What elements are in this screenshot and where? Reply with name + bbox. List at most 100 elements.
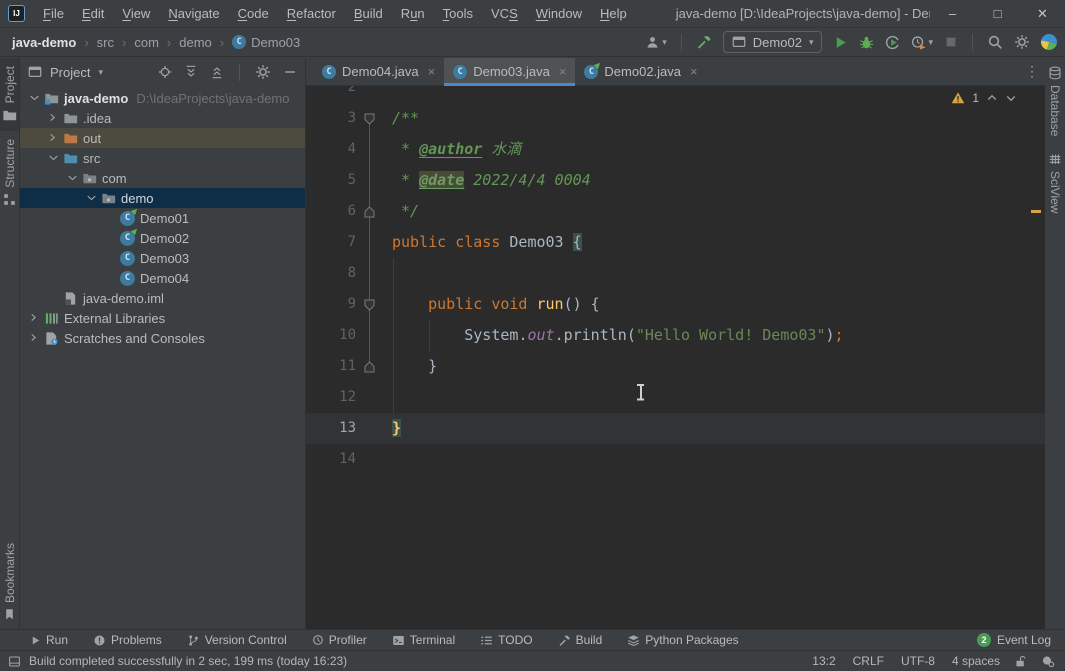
inspections-widget[interactable]: 1 xyxy=(951,91,1017,105)
run-button[interactable] xyxy=(833,35,848,50)
code-line-5[interactable]: 5 * @date 2022/4/4 0004 xyxy=(306,165,1045,196)
hide-panel-button[interactable] xyxy=(283,65,297,79)
breadcrumb-item-java-demo[interactable]: java-demo xyxy=(12,35,76,50)
chevron-down-icon[interactable] xyxy=(45,153,62,164)
tool-window-button-todo[interactable]: TODO xyxy=(480,633,533,647)
plugin-sphere-button[interactable] xyxy=(1041,34,1057,50)
editor-tab-demo03-java[interactable]: C Demo03.java × xyxy=(444,58,576,86)
tree-item-out[interactable]: out xyxy=(20,128,305,148)
tree-item-external-libraries[interactable]: External Libraries xyxy=(20,308,305,328)
indent-widget[interactable]: 4 spaces xyxy=(952,654,1000,668)
expand-all-button[interactable] xyxy=(184,65,198,79)
tree-item-src[interactable]: src xyxy=(20,148,305,168)
next-problem-button[interactable] xyxy=(1005,92,1017,104)
close-button[interactable]: ✕ xyxy=(1020,0,1065,27)
chevron-down-icon[interactable] xyxy=(83,193,100,204)
tool-button-database[interactable]: Database xyxy=(1045,58,1065,144)
close-tab-icon[interactable]: × xyxy=(428,64,436,79)
chevron-right-icon[interactable] xyxy=(45,113,62,124)
tool-window-button-python-packages[interactable]: Python Packages xyxy=(627,633,739,647)
build-project-button[interactable] xyxy=(696,34,712,50)
fold-marker[interactable] xyxy=(356,289,383,320)
menu-edit[interactable]: Edit xyxy=(73,0,113,28)
tool-window-button-build[interactable]: Build xyxy=(558,633,602,647)
tool-window-button-profiler[interactable]: Profiler xyxy=(312,633,367,647)
tool-window-button-version-control[interactable]: Version Control xyxy=(187,633,287,647)
code-line-11[interactable]: 11 } xyxy=(306,351,1045,382)
menu-view[interactable]: View xyxy=(113,0,159,28)
minimize-button[interactable]: – xyxy=(930,0,975,27)
code-line-7[interactable]: 7 public class Demo03 { xyxy=(306,227,1045,258)
event-log-button[interactable]: 2 Event Log xyxy=(976,633,1051,647)
chevron-right-icon[interactable] xyxy=(26,333,43,344)
tree-item-scratches-and-consoles[interactable]: Scratches and Consoles xyxy=(20,328,305,348)
menu-refactor[interactable]: Refactor xyxy=(278,0,345,28)
breadcrumb-item-com[interactable]: com xyxy=(134,35,159,50)
collapse-all-button[interactable] xyxy=(210,65,224,79)
code-line-2[interactable]: 2 xyxy=(306,86,1045,103)
menu-build[interactable]: Build xyxy=(345,0,392,28)
fold-marker[interactable] xyxy=(356,196,383,227)
fold-marker[interactable] xyxy=(356,103,383,134)
close-tab-icon[interactable]: × xyxy=(690,64,698,79)
code-line-3[interactable]: 3 /** xyxy=(306,103,1045,134)
project-options-button[interactable] xyxy=(255,64,271,80)
tree-item-demo04[interactable]: C Demo04 xyxy=(20,268,305,288)
settings-button[interactable] xyxy=(1014,34,1030,50)
tool-button-bookmarks[interactable]: Bookmarks xyxy=(0,535,19,629)
code-line-14[interactable]: 14 xyxy=(306,444,1045,475)
tree-item-java-demo-iml[interactable]: java-demo.iml xyxy=(20,288,305,308)
tool-window-button-problems[interactable]: Problems xyxy=(93,633,162,647)
run-configuration-selector[interactable]: Demo02 ▾ xyxy=(722,31,823,53)
tree-item--idea[interactable]: .idea xyxy=(20,108,305,128)
search-everywhere-button[interactable] xyxy=(987,34,1003,50)
tree-item-demo01[interactable]: C Demo01 xyxy=(20,208,305,228)
line-separator-widget[interactable]: CRLF xyxy=(853,654,884,668)
tool-window-button-terminal[interactable]: Terminal xyxy=(392,633,455,647)
code-line-9[interactable]: 9 public void run() { xyxy=(306,289,1045,320)
code-line-12[interactable]: 12 xyxy=(306,382,1045,413)
coverage-button[interactable] xyxy=(885,35,900,50)
breadcrumb-item-src[interactable]: src xyxy=(97,35,114,50)
error-stripe-warning-mark[interactable] xyxy=(1031,210,1041,213)
menu-vcs[interactable]: VCS xyxy=(482,0,527,28)
breadcrumb-item-demo[interactable]: demo xyxy=(179,35,212,50)
caret-position-widget[interactable]: 13:2 xyxy=(812,654,835,668)
readonly-lock-icon[interactable] xyxy=(1014,655,1027,668)
editor-tab-demo04-java[interactable]: C Demo04.java × xyxy=(313,58,444,85)
chevron-down-icon[interactable] xyxy=(26,93,43,104)
maximize-button[interactable]: □ xyxy=(975,0,1020,27)
tree-item-demo[interactable]: demo xyxy=(20,188,305,208)
menu-navigate[interactable]: Navigate xyxy=(159,0,228,28)
tool-button-project[interactable]: Project xyxy=(0,58,19,132)
close-tab-icon[interactable]: × xyxy=(559,64,567,79)
menu-help[interactable]: Help xyxy=(591,0,636,28)
tool-window-button-run[interactable]: Run xyxy=(30,633,68,647)
menu-window[interactable]: Window xyxy=(527,0,591,28)
code-line-13[interactable]: 13} xyxy=(306,413,1045,444)
tree-item-com[interactable]: com xyxy=(20,168,305,188)
editor-tab-demo02-java[interactable]: C Demo02.java × xyxy=(575,58,706,85)
tool-button-structure[interactable]: Structure xyxy=(0,131,19,214)
tree-item-demo02[interactable]: C Demo02 xyxy=(20,228,305,248)
select-opened-file-button[interactable] xyxy=(158,65,172,79)
user-menu-button[interactable]: ▾ xyxy=(645,35,667,50)
tool-button-sciview[interactable]: SciView xyxy=(1045,144,1065,221)
chevron-down-icon[interactable] xyxy=(64,173,81,184)
chevron-right-icon[interactable] xyxy=(45,133,62,144)
debug-button[interactable] xyxy=(859,35,874,50)
encoding-widget[interactable]: UTF-8 xyxy=(901,654,935,668)
code-line-8[interactable]: 8 xyxy=(306,258,1045,289)
code-line-10[interactable]: 10 System.out.println("Hello World! Demo… xyxy=(306,320,1045,351)
menu-tools[interactable]: Tools xyxy=(434,0,482,28)
breadcrumb-item-demo03[interactable]: C Demo03 xyxy=(232,35,300,50)
tree-item-java-demo[interactable]: java-demo D:\IdeaProjects\java-demo xyxy=(20,88,305,108)
menu-code[interactable]: Code xyxy=(229,0,278,28)
project-view-selector[interactable]: Project ▾ xyxy=(28,65,103,80)
editor-area[interactable]: C Demo04.java × C Demo03.java × C Demo02.java × ⋮… xyxy=(306,58,1045,629)
fold-marker[interactable] xyxy=(356,351,383,382)
code-line-4[interactable]: 4 * @author 水滴 xyxy=(306,134,1045,165)
previous-problem-button[interactable] xyxy=(986,92,998,104)
chevron-right-icon[interactable] xyxy=(26,313,43,324)
menu-run[interactable]: Run xyxy=(392,0,434,28)
